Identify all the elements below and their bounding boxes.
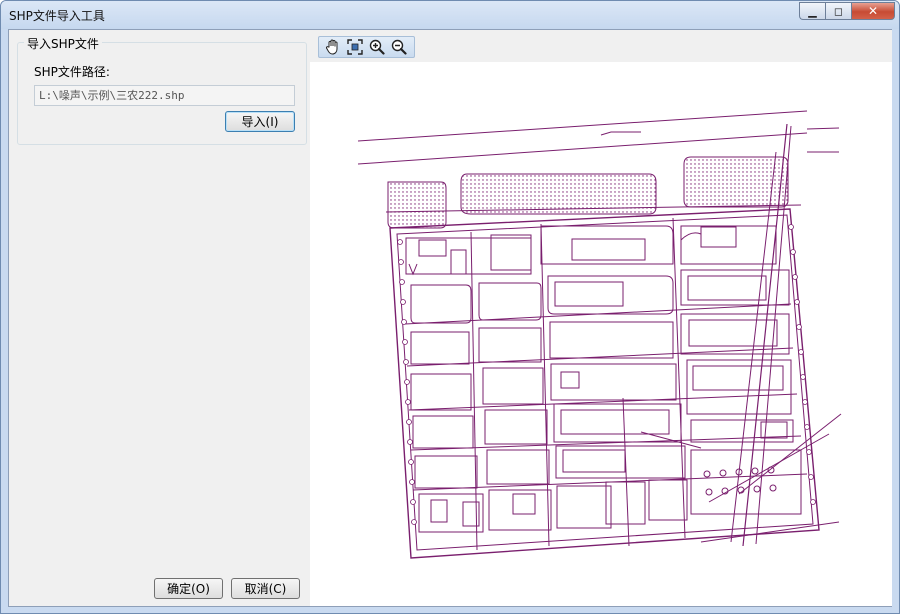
zoom-in-button[interactable] [366,37,388,57]
minimize-icon: ▁ [808,4,817,18]
title-bar[interactable]: SHP文件导入工具 ▁ ◻ ✕ [1,1,899,29]
group-title: 导入SHP文件 [24,35,102,52]
path-input[interactable]: L:\噪声\示例\三农222.shp [34,85,295,106]
pan-hand-icon [325,39,338,55]
maximize-button[interactable]: ◻ [825,2,851,20]
import-button[interactable]: 导入(I) [225,111,295,132]
zoom-in-icon [369,39,385,55]
map-view[interactable] [310,62,892,606]
maximize-icon: ◻ [833,4,844,18]
left-panel: 导入SHP文件 SHP文件路径: L:\噪声\示例\三农222.shp 导入(I… [9,30,309,606]
close-button[interactable]: ✕ [851,2,895,20]
zoom-out-button[interactable] [388,37,410,57]
minimize-button[interactable]: ▁ [799,2,825,20]
zoom-out-icon [391,39,407,55]
import-groupbox: 导入SHP文件 SHP文件路径: L:\噪声\示例\三农222.shp 导入(I… [17,35,307,145]
map-toolbar [310,30,892,62]
window-title: SHP文件导入工具 [9,9,105,23]
pan-tool-button[interactable] [322,37,344,57]
map-panel [310,30,892,606]
close-icon: ✕ [867,4,879,18]
shp-drawing [357,110,842,559]
full-extent-icon [347,39,363,55]
path-label: SHP文件路径: [34,65,110,79]
full-extent-button[interactable] [344,37,366,57]
client-area: 导入SHP文件 SHP文件路径: L:\噪声\示例\三农222.shp 导入(I… [8,29,892,607]
ok-button[interactable]: 确定(O) [154,578,223,599]
app-window: SHP文件导入工具 ▁ ◻ ✕ 导入SHP文件 SHP文件路径: L:\噪声\示… [0,0,900,614]
tool-strip [318,36,415,58]
window-controls: ▁ ◻ ✕ [799,2,895,20]
cancel-button[interactable]: 取消(C) [231,578,300,599]
